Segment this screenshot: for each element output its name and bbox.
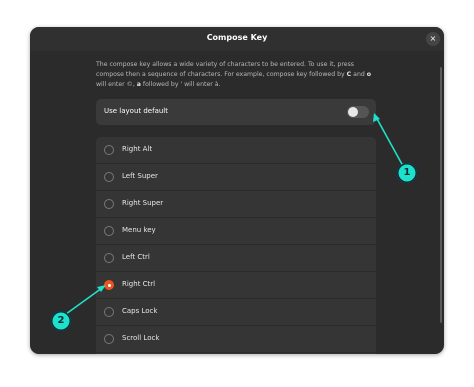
option-label: Right Super: [122, 199, 164, 207]
description-part: followed by ' will enter à.: [140, 81, 221, 88]
radio-button[interactable]: [104, 307, 114, 317]
description-part: and: [351, 71, 367, 78]
option-label: Menu key: [122, 226, 156, 234]
radio-button[interactable]: [104, 253, 114, 263]
title-bar: Compose Key ×: [30, 27, 444, 51]
option-right-alt[interactable]: Right Alt: [96, 137, 376, 164]
description-part: will enter ©,: [96, 81, 137, 88]
radio-button-selected[interactable]: [104, 280, 114, 290]
radio-button[interactable]: [104, 226, 114, 236]
radio-button[interactable]: [104, 172, 114, 182]
description-text: The compose key allows a wide variety of…: [96, 60, 382, 90]
key-o: o: [366, 71, 372, 78]
radio-button[interactable]: [104, 334, 114, 344]
use-layout-default-switch[interactable]: [347, 106, 369, 118]
option-left-super[interactable]: Left Super: [96, 164, 376, 191]
callout-badge-2: 2: [51, 311, 71, 331]
option-label: Left Super: [122, 172, 158, 180]
option-label: Right Alt: [122, 145, 153, 153]
switch-knob: [348, 107, 358, 117]
scrollbar[interactable]: [440, 67, 442, 323]
option-label: Right Ctrl: [122, 280, 156, 288]
option-right-super[interactable]: Right Super: [96, 191, 376, 218]
description-part: The compose key allows a wide variety of…: [96, 61, 355, 78]
callout-badge-1: 1: [397, 163, 417, 183]
radio-button[interactable]: [104, 145, 114, 155]
option-label: Caps Lock: [122, 307, 158, 315]
close-button[interactable]: ×: [426, 32, 440, 46]
option-label: Left Ctrl: [122, 253, 150, 261]
option-scroll-lock[interactable]: Scroll Lock: [96, 326, 376, 353]
close-icon: ×: [429, 34, 437, 43]
option-label: Scroll Lock: [122, 334, 160, 342]
use-layout-default-label: Use layout default: [104, 107, 168, 115]
option-left-ctrl[interactable]: Left Ctrl: [96, 245, 376, 272]
radio-button[interactable]: [104, 199, 114, 209]
compose-key-dialog: Compose Key × The compose key allows a w…: [30, 27, 444, 354]
option-right-ctrl[interactable]: Right Ctrl: [96, 272, 376, 299]
option-caps-lock[interactable]: Caps Lock: [96, 299, 376, 326]
use-layout-default-row: Use layout default: [96, 99, 376, 125]
compose-key-list: Right Alt Left Super Right Super Menu ke…: [96, 137, 376, 354]
option-menu-key[interactable]: Menu key: [96, 218, 376, 245]
dialog-title: Compose Key: [206, 33, 268, 42]
